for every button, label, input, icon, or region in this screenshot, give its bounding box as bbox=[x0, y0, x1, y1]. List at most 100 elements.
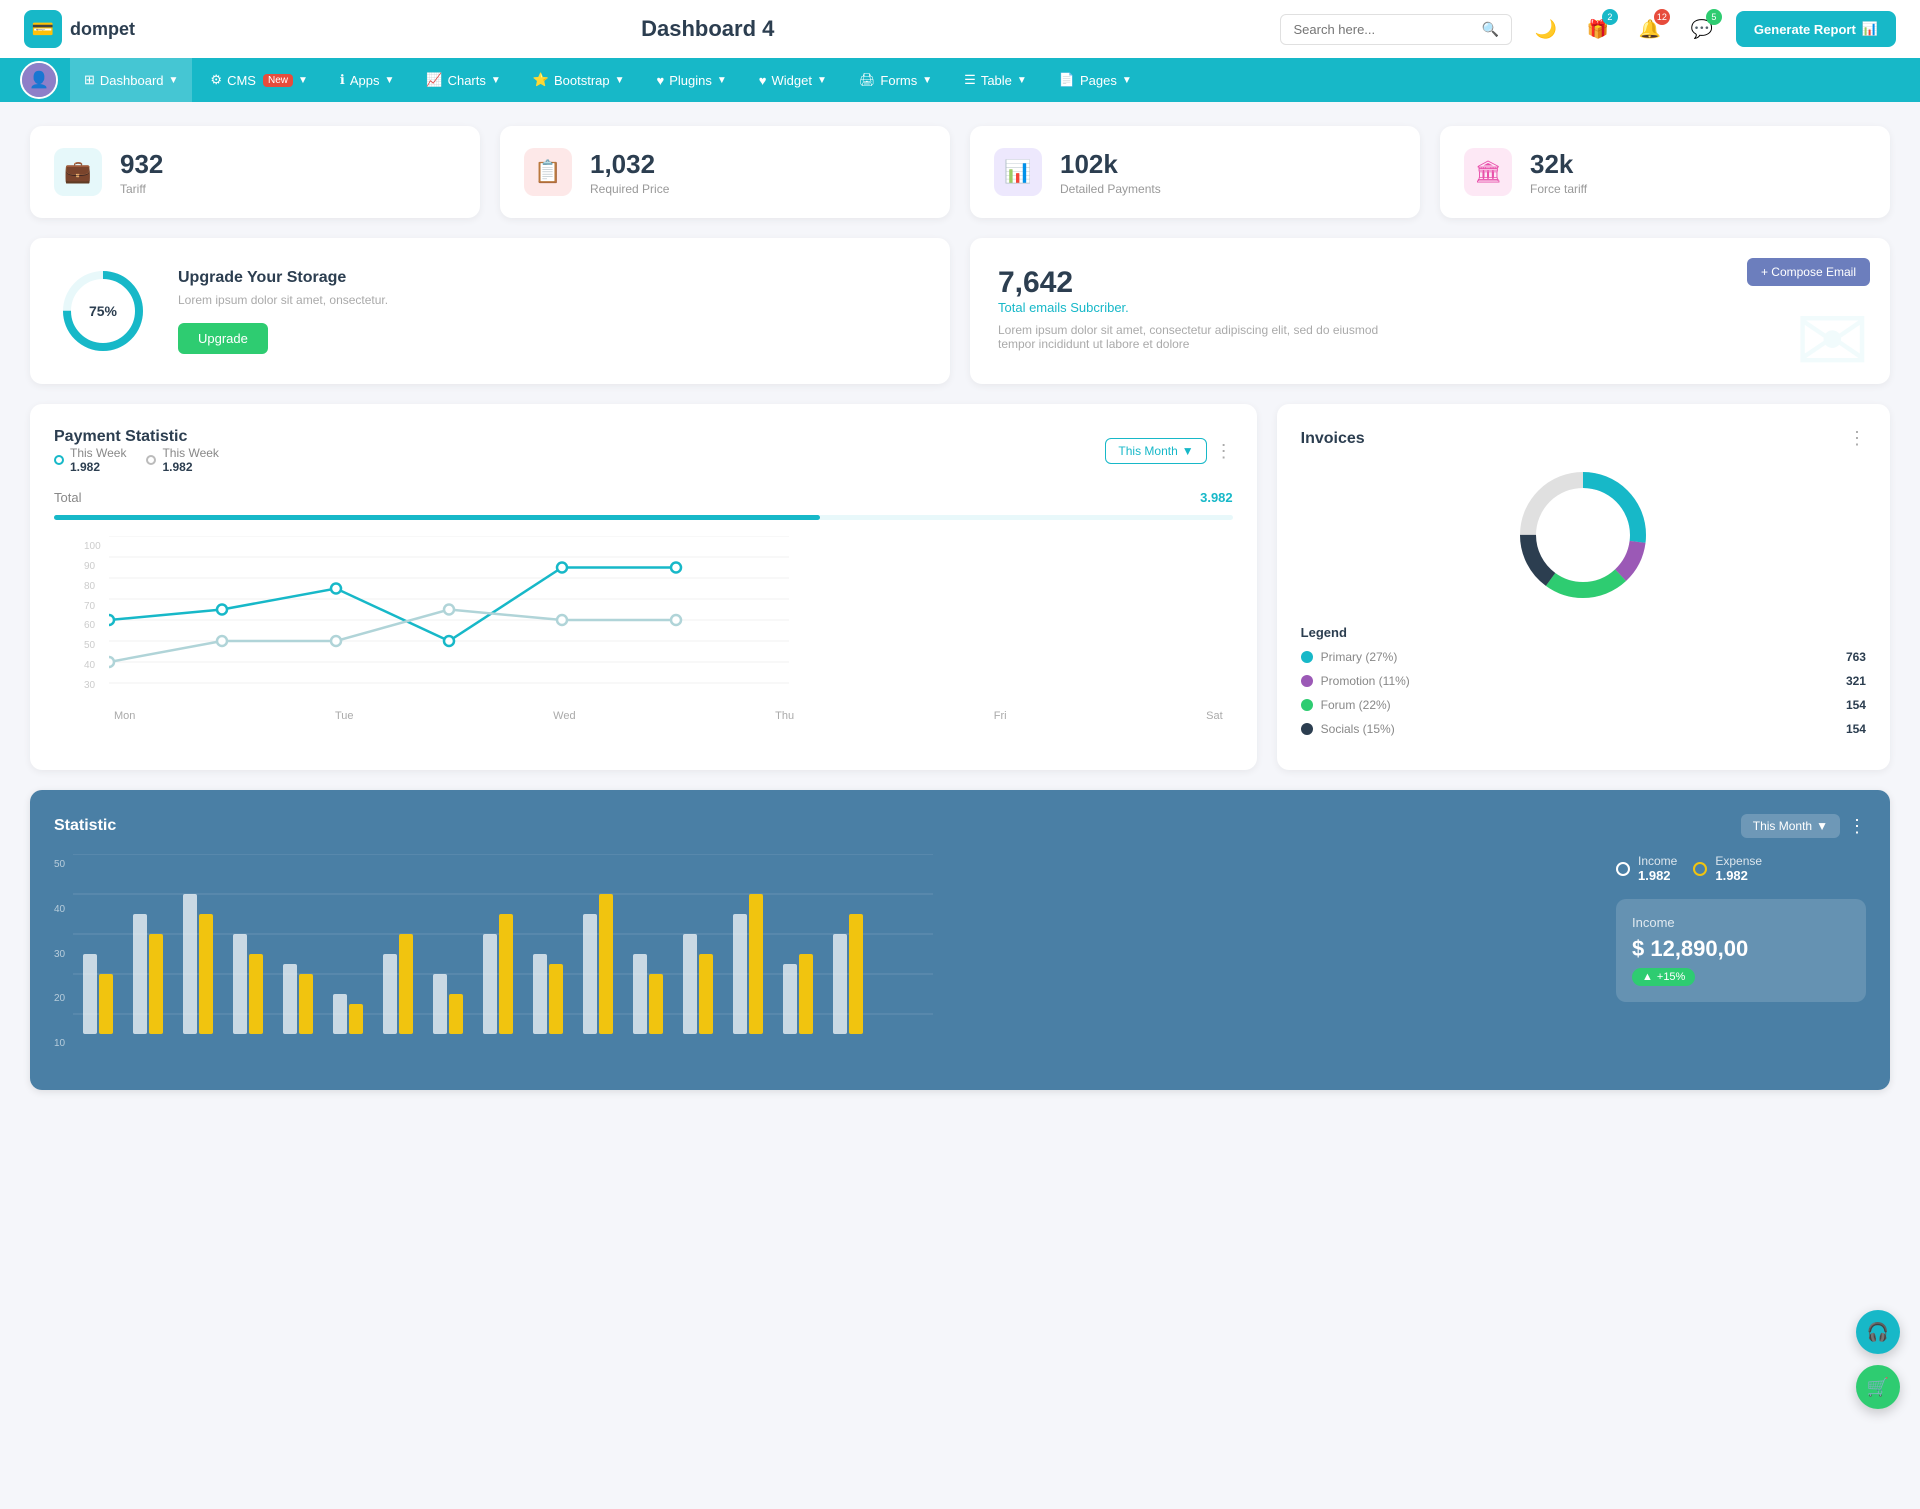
bar-chart-inner: 50 40 30 20 10 bbox=[54, 854, 1596, 1054]
cms-nav-badge: New bbox=[263, 74, 293, 87]
header: 💳 dompet Dashboard 4 🔍 🌙 🎁 2 🔔 12 💬 5 Ge… bbox=[0, 0, 1920, 58]
mid-row: 75% Upgrade Your Storage Lorem ipsum dol… bbox=[30, 238, 1890, 384]
cart-fab[interactable]: 🛒 bbox=[1856, 1365, 1900, 1409]
price-info: 1,032 Required Price bbox=[590, 149, 669, 196]
nav-item-widget[interactable]: ♥ Widget ▼ bbox=[745, 59, 841, 102]
email-description: Lorem ipsum dolor sit amet, consectetur … bbox=[998, 323, 1418, 351]
filter-group: This Month ▼ ⋮ bbox=[1105, 438, 1232, 464]
header-right: 🔍 🌙 🎁 2 🔔 12 💬 5 Generate Report 📊 bbox=[1280, 11, 1896, 47]
x-label-fri: Fri bbox=[994, 710, 1007, 722]
x-label-tue: Tue bbox=[335, 710, 354, 722]
income-amount: $ 12,890,00 bbox=[1632, 936, 1850, 962]
nav-item-dashboard[interactable]: ⊞ Dashboard ▼ bbox=[70, 58, 192, 102]
price-value: 1,032 bbox=[590, 149, 669, 180]
cms-nav-arrow: ▼ bbox=[298, 75, 308, 86]
upgrade-card: 75% Upgrade Your Storage Lorem ipsum dol… bbox=[30, 238, 950, 384]
storage-donut: 75% bbox=[58, 266, 148, 356]
total-bar-fill bbox=[54, 515, 820, 520]
nav-item-cms[interactable]: ⚙ CMS New ▼ bbox=[196, 58, 321, 102]
search-input[interactable] bbox=[1293, 22, 1473, 37]
moon-toggle[interactable]: 🌙 bbox=[1528, 11, 1564, 47]
forum-label: Forum (22%) bbox=[1321, 698, 1391, 712]
legend-2-label: This Week bbox=[162, 446, 218, 460]
income-legend-info: Income 1.982 bbox=[1638, 854, 1677, 883]
bootstrap-nav-arrow: ▼ bbox=[615, 75, 625, 86]
y-30: 30 bbox=[54, 949, 65, 960]
logo-icon: 💳 bbox=[24, 10, 62, 48]
primary-label: Primary (27%) bbox=[1321, 650, 1398, 664]
total-value: 3.982 bbox=[1200, 490, 1233, 505]
main-content: 💼 932 Tariff 📋 1,032 Required Price 📊 10… bbox=[0, 102, 1920, 1114]
y-20: 20 bbox=[54, 993, 65, 1004]
primary-count: 763 bbox=[1846, 650, 1866, 664]
promotion-label: Promotion (11%) bbox=[1321, 674, 1410, 688]
nav-item-table[interactable]: ☰ Table ▼ bbox=[950, 58, 1041, 102]
nav-item-apps[interactable]: ℹ Apps ▼ bbox=[326, 58, 409, 102]
nav-item-pages[interactable]: 📄 Pages ▼ bbox=[1045, 58, 1146, 102]
upgrade-button[interactable]: Upgrade bbox=[178, 323, 268, 354]
statistic-y-axis: 50 40 30 20 10 bbox=[54, 854, 65, 1054]
expense-legend-value: 1.982 bbox=[1715, 868, 1762, 883]
force-icon: 🏛 bbox=[1464, 148, 1512, 196]
apps-nav-icon: ℹ bbox=[340, 72, 345, 88]
up-arrow-icon: ▲ bbox=[1642, 971, 1653, 983]
nav-item-bootstrap[interactable]: ⭐ Bootstrap ▼ bbox=[519, 58, 639, 102]
charts-nav-arrow: ▼ bbox=[491, 75, 501, 86]
x-label-sat: Sat bbox=[1206, 710, 1223, 722]
force-value: 32k bbox=[1530, 149, 1587, 180]
legend-left-socials: Socials (15%) bbox=[1301, 722, 1395, 736]
stat-card-force-tariff: 🏛 32k Force tariff bbox=[1440, 126, 1890, 218]
statistic-more-icon[interactable]: ⋮ bbox=[1848, 816, 1866, 837]
support-fab[interactable]: 🎧 bbox=[1856, 1310, 1900, 1354]
invoices-donut-svg bbox=[1513, 465, 1653, 605]
statistic-title: Statistic bbox=[54, 817, 116, 835]
income-badge-value: +15% bbox=[1657, 971, 1685, 983]
gift-badge: 2 bbox=[1602, 9, 1618, 25]
filter-arrow-icon: ▼ bbox=[1182, 444, 1194, 458]
total-label: Total bbox=[54, 490, 81, 505]
nav-item-forms[interactable]: 🖨 Forms ▼ bbox=[845, 58, 946, 102]
support-icon: 🎧 bbox=[1867, 1322, 1889, 1343]
chat-button[interactable]: 💬 5 bbox=[1684, 11, 1720, 47]
expense-legend: Expense 1.982 bbox=[1693, 854, 1762, 883]
expense-legend-label: Expense bbox=[1715, 854, 1762, 868]
invoices-more-icon[interactable]: ⋮ bbox=[1848, 428, 1866, 449]
apps-nav-label: Apps bbox=[350, 73, 380, 88]
payment-card: Payment Statistic This Week 1.982 bbox=[30, 404, 1257, 770]
invoices-donut-container bbox=[1301, 465, 1866, 605]
socials-color bbox=[1301, 723, 1313, 735]
legend-2-info: This Week 1.982 bbox=[162, 446, 218, 474]
more-options-icon[interactable]: ⋮ bbox=[1215, 441, 1233, 462]
compose-email-button[interactable]: + Compose Email bbox=[1747, 258, 1870, 286]
this-month-filter[interactable]: This Month ▼ bbox=[1105, 438, 1206, 464]
socials-count: 154 bbox=[1846, 722, 1866, 736]
x-label-thu: Thu bbox=[775, 710, 794, 722]
x-axis-labels: Mon Tue Wed Thu Fri Sat bbox=[104, 710, 1233, 722]
gift-button[interactable]: 🎁 2 bbox=[1580, 11, 1616, 47]
filter-label: This Month bbox=[1118, 444, 1177, 458]
nav-item-plugins[interactable]: ♥ Plugins ▼ bbox=[643, 59, 741, 102]
table-nav-label: Table bbox=[981, 73, 1012, 88]
forms-nav-arrow: ▼ bbox=[922, 75, 932, 86]
chart-icon: 📊 bbox=[1862, 21, 1878, 37]
statistic-body: 50 40 30 20 10 bbox=[54, 854, 1866, 1054]
bell-button[interactable]: 🔔 12 bbox=[1632, 11, 1668, 47]
y-10: 10 bbox=[54, 1038, 65, 1049]
search-box: 🔍 bbox=[1280, 14, 1511, 45]
forms-nav-label: Forms bbox=[880, 73, 917, 88]
statistic-filter-button[interactable]: This Month ▼ bbox=[1741, 814, 1840, 838]
payment-header: Payment Statistic This Week 1.982 bbox=[54, 428, 1233, 474]
nav-item-charts[interactable]: 📈 Charts ▼ bbox=[412, 58, 514, 102]
stat-card-required-price: 📋 1,032 Required Price bbox=[500, 126, 950, 218]
price-icon: 📋 bbox=[524, 148, 572, 196]
promotion-color bbox=[1301, 675, 1313, 687]
payment-title: Payment Statistic bbox=[54, 428, 219, 446]
legend-item-1: This Week 1.982 bbox=[54, 446, 126, 474]
forms-nav-icon: 🖨 bbox=[859, 72, 876, 88]
chat-badge: 5 bbox=[1706, 9, 1722, 25]
bar-chart-svg bbox=[73, 854, 933, 1054]
table-nav-icon: ☰ bbox=[964, 72, 976, 88]
storage-percent: 75% bbox=[89, 303, 117, 319]
plugins-nav-label: Plugins bbox=[669, 73, 712, 88]
generate-report-button[interactable]: Generate Report 📊 bbox=[1736, 11, 1896, 47]
